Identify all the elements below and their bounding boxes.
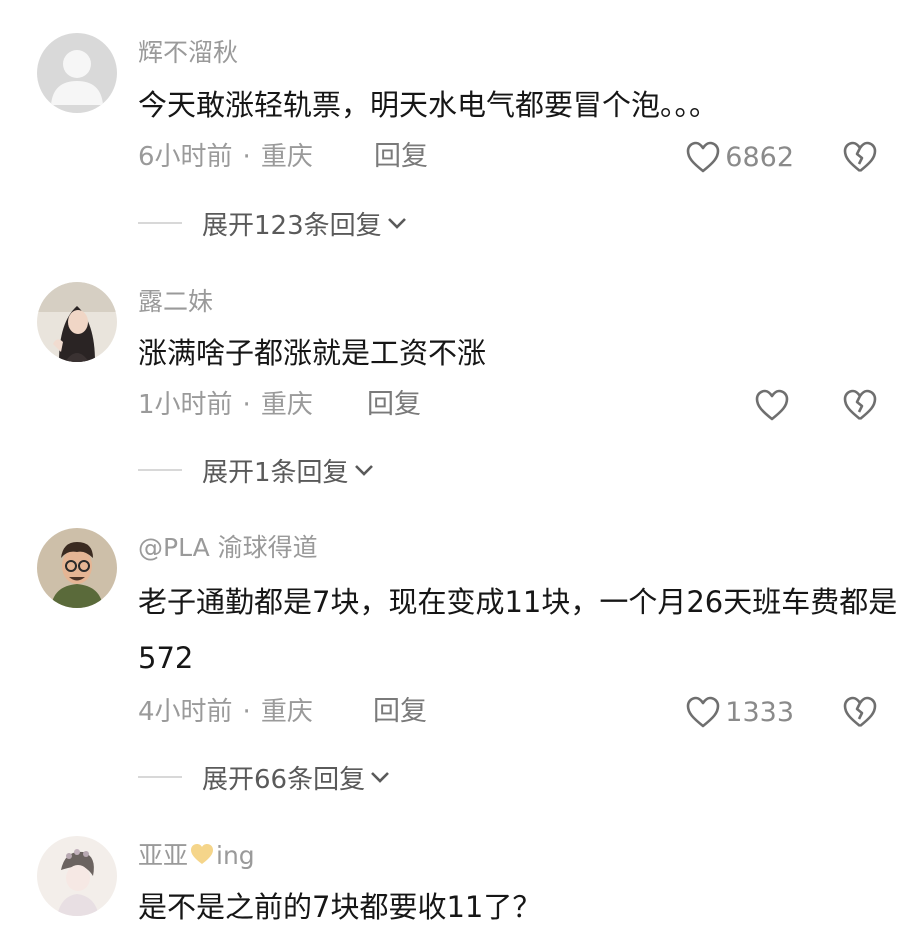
divider [138, 776, 182, 778]
chevron-down-icon [371, 772, 390, 783]
location: 重庆 [260, 697, 313, 727]
expand-replies-button[interactable]: 展开123条回复 [138, 206, 408, 241]
comment-feed: 辉不溜秋 今天敢涨轻轨票，明天水电气都要冒个泡。。。 6小时前 · 重庆 回复 68… [0, 0, 922, 937]
like-count: 1333 [725, 696, 794, 728]
timestamp: 4小时前 [138, 697, 233, 727]
divider [138, 469, 182, 471]
like-count: 6862 [725, 141, 794, 173]
like-button[interactable]: 1333 [685, 692, 794, 732]
like-button[interactable] [754, 385, 794, 425]
expand-replies-label: 展开1条回复 [202, 457, 349, 488]
username[interactable]: 露二妹 [138, 287, 213, 317]
reply-button[interactable]: 回复 [373, 696, 427, 728]
comment-text: 今天敢涨轻轨票，明天水电气都要冒个泡。。。 [138, 88, 719, 122]
user-photo-woman [37, 282, 117, 362]
broken-heart-icon[interactable] [842, 388, 878, 422]
yellow-heart-icon [191, 844, 214, 864]
avatar[interactable] [37, 528, 117, 608]
chevron-down-icon [354, 465, 373, 476]
comment-meta: 1小时前 · 重庆 [138, 389, 313, 421]
avatar[interactable] [37, 836, 117, 916]
username[interactable]: 亚亚 ing [138, 841, 255, 871]
reply-button[interactable]: 回复 [374, 141, 428, 173]
location: 重庆 [260, 142, 313, 172]
chevron-down-icon [387, 218, 406, 229]
expand-replies-label: 展开66条回复 [202, 764, 366, 795]
comment-text: 涨满啥子都涨就是工资不涨 [138, 336, 487, 370]
comment-text: 老子通勤都是7块，现在变成11块，一个月26天班车费都是572 [138, 585, 898, 675]
avatar[interactable] [37, 282, 117, 362]
separator: · [242, 390, 251, 420]
comment-meta: 6小时前 · 重庆 [138, 141, 313, 173]
divider [138, 222, 182, 224]
broken-heart-icon[interactable] [842, 140, 878, 174]
timestamp: 6小时前 [138, 142, 233, 172]
username-prefix: 亚亚 [138, 841, 189, 870]
comment-meta: 4小时前 · 重庆 [138, 696, 313, 728]
timestamp: 1小时前 [138, 390, 233, 420]
default-user-icon [37, 33, 117, 113]
expand-replies-button[interactable]: 展开1条回复 [138, 453, 375, 488]
separator: · [242, 697, 251, 727]
expand-replies-label: 展开123条回复 [202, 210, 382, 241]
like-button[interactable]: 6862 [685, 137, 794, 177]
user-photo-girl-sketch [37, 836, 117, 916]
separator: · [242, 142, 251, 172]
username[interactable]: 辉不溜秋 [138, 38, 238, 68]
username[interactable]: @PLA 渝球得道 [138, 533, 318, 563]
broken-heart-icon[interactable] [842, 695, 878, 729]
heart-outline-icon [686, 141, 720, 173]
reply-button[interactable]: 回复 [367, 389, 421, 421]
heart-outline-icon [686, 696, 720, 728]
avatar[interactable] [37, 33, 117, 113]
comment-text: 是不是之前的7块都要收11了？ [138, 890, 542, 924]
expand-replies-button[interactable]: 展开66条回复 [138, 760, 391, 795]
username-suffix: ing [216, 841, 255, 870]
cartoon-man-avatar [37, 528, 117, 608]
location: 重庆 [260, 390, 313, 420]
heart-outline-icon [755, 389, 789, 421]
